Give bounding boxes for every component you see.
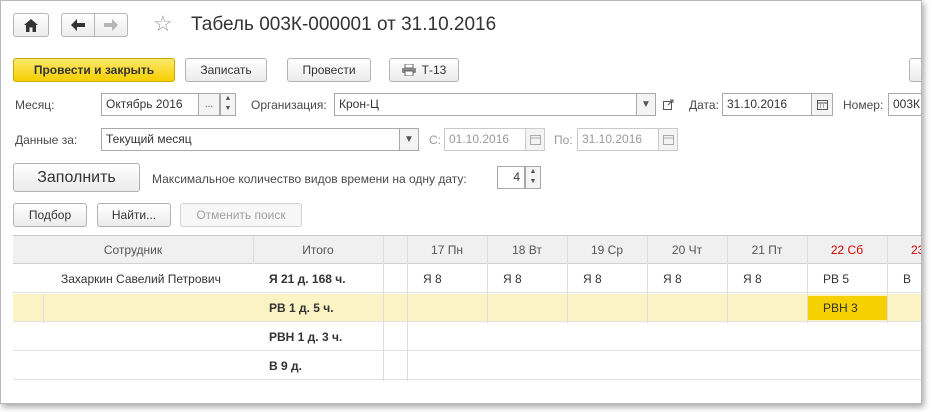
date-field[interactable]: 31.10.2016 [722,93,812,116]
grid-line [407,236,408,381]
col-header-day[interactable]: 18 Вт [487,236,567,264]
from-label: С: [429,133,441,147]
day-cell-active[interactable]: РВН 3 [808,296,887,320]
grid-line [887,236,888,323]
find-button[interactable]: Найти... [97,203,171,227]
day-cell[interactable]: Я 8 [503,265,522,293]
col-header-day[interactable]: 19 Ср [567,236,647,264]
from-field[interactable]: 01.10.2016 [444,128,526,151]
page-title: Табель 003К-000001 от 31.10.2016 [191,14,497,35]
col-header-day[interactable]: 21 Пт [727,236,807,264]
fill-button[interactable]: Заполнить [13,163,140,192]
day-cell[interactable]: РВ 5 [823,265,849,293]
save-button[interactable]: Записать [185,58,267,82]
grid-line [43,294,44,323]
to-calendar-button[interactable] [658,128,678,151]
max-types-label: Максимальное количество видов времени на… [152,172,467,186]
grid-line [253,236,254,264]
organization-label: Организация: [251,98,327,112]
table-row[interactable]: РВН 1 д. 3 ч. [13,323,921,351]
day-cell[interactable]: В [903,265,911,293]
data-for-field[interactable]: Текущий месяц [101,128,401,151]
home-button[interactable] [13,13,49,37]
spin-up-icon[interactable]: ▲ [526,167,540,177]
calendar-icon [816,99,828,110]
total-cell: РВ 1 д. 5 ч. [269,301,334,315]
grid-line [383,236,384,381]
from-calendar-button[interactable] [525,128,545,151]
data-for-dropdown-button[interactable]: ▼ [399,128,419,151]
to-field[interactable]: 31.10.2016 [577,128,659,151]
cancel-search-button[interactable]: Отменить поиск [180,203,302,227]
grid-line [727,236,728,323]
back-button[interactable] [61,13,95,37]
print-t13-button[interactable]: Т-13 [389,58,459,82]
col-header-employee[interactable]: Сотрудник [13,236,253,264]
grid-line [807,236,808,323]
dropdown-arrow-icon: ▼ [404,134,414,145]
col-header-day-weekend[interactable]: 22 Сб [807,236,887,264]
forward-button[interactable] [94,13,128,37]
table-row[interactable]: Захаркин Савелий Петрович Я 21 д. 168 ч.… [13,265,921,293]
month-spinner[interactable]: ▲ ▼ [220,93,236,116]
table-row-selected[interactable]: РВ 1 д. 5 ч. РВН 3 [13,294,921,322]
to-label: По: [554,133,573,147]
month-label: Месяц: [15,98,55,112]
spin-up-icon[interactable]: ▲ [221,94,235,104]
number-field[interactable]: 003К [888,93,921,116]
document-window: ☆ Табель 003К-000001 от 31.10.2016 Прове… [0,0,922,404]
table-header: Сотрудник Итого 17 Пн 18 Вт 19 Ср 20 Чт … [13,236,921,264]
total-cell: Я 21 д. 168 ч. [269,272,346,286]
calendar-icon [529,134,541,145]
grid-line [647,236,648,323]
date-calendar-button[interactable] [811,93,833,116]
total-cell: В 9 д. [269,359,302,373]
home-icon [24,18,38,32]
max-types-field[interactable]: 4 [497,166,525,189]
month-select-button[interactable]: ... [198,93,220,116]
day-cell[interactable]: Я 8 [583,265,602,293]
organization-field[interactable]: Крон-Ц [334,93,637,116]
timesheet-table: Сотрудник Итого 17 Пн 18 Вт 19 Ср 20 Чт … [13,235,921,403]
favorite-star-icon[interactable]: ☆ [153,12,173,36]
title-bar: ☆ Табель 003К-000001 от 31.10.2016 [13,11,913,39]
employee-name: Захаркин Савелий Петрович [61,272,221,286]
select-button[interactable]: Подбор [13,203,87,227]
day-cell[interactable]: Я 8 [743,265,762,293]
number-label: Номер: [843,98,884,112]
organization-open-button[interactable] [659,93,677,116]
month-field[interactable]: Октябрь 2016 [101,93,199,116]
open-link-icon [662,99,673,110]
day-cell[interactable]: Я 8 [423,265,442,293]
calendar-icon [662,134,674,145]
col-header-total[interactable]: Итого [253,236,383,264]
data-for-label: Данные за: [15,133,78,147]
dropdown-arrow-icon: ▼ [641,99,651,110]
printer-icon [401,64,416,76]
organization-dropdown-button[interactable]: ▼ [636,93,656,116]
spin-down-icon[interactable]: ▼ [221,104,235,114]
arrow-right-icon [104,19,118,31]
spin-down-icon[interactable]: ▼ [526,177,540,187]
table-row[interactable]: В 9 д. [13,352,921,380]
arrow-left-icon [71,19,85,31]
grid-line [487,236,488,323]
col-header-day[interactable]: 20 Чт [647,236,727,264]
more-actions-button[interactable] [909,58,921,82]
post-and-close-button[interactable]: Провести и закрыть [13,58,175,82]
total-cell: РВН 1 д. 3 ч. [269,330,343,344]
col-header-day-weekend[interactable]: 23 [887,236,921,264]
print-t13-label: Т-13 [421,63,447,77]
max-types-spinner[interactable]: ▲ ▼ [525,166,541,189]
grid-line [567,236,568,323]
col-header-day[interactable]: 17 Пн [407,236,487,264]
day-cell[interactable]: Я 8 [663,265,682,293]
date-label: Дата: [689,98,719,112]
post-button[interactable]: Провести [287,58,371,82]
